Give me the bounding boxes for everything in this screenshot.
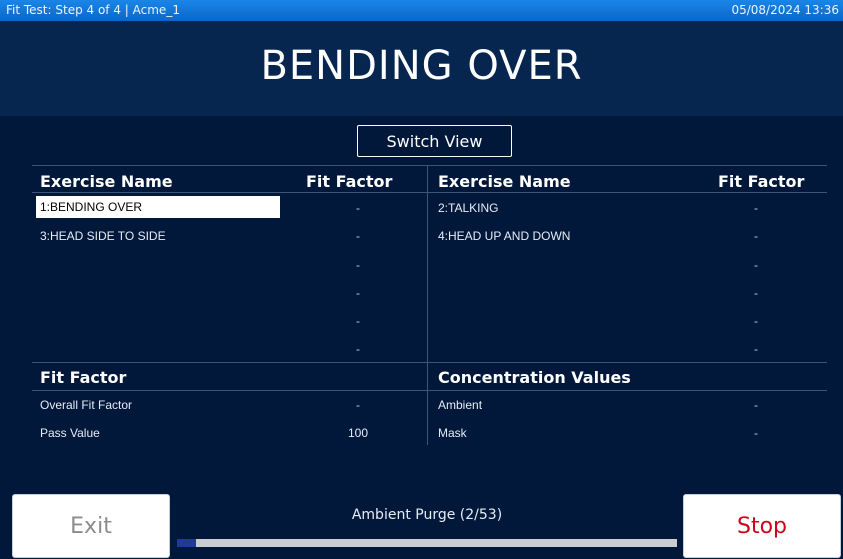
header-panel: BENDING OVER [0, 21, 843, 116]
exercise-cell[interactable]: 2:TALKING [438, 201, 498, 215]
fit-factor-cell: - [356, 286, 360, 300]
stop-button[interactable]: Stop [683, 494, 841, 558]
mask-value: - [754, 426, 758, 440]
fit-factor-cell: - [754, 286, 758, 300]
exercise-cell[interactable]: 4:HEAD UP AND DOWN [438, 229, 570, 243]
fit-factor-cell: - [754, 258, 758, 272]
summary-top-divider [32, 362, 827, 363]
exercise-title: BENDING OVER [260, 43, 583, 89]
overall-fit-factor-value: - [356, 398, 360, 412]
summary-header-divider [32, 390, 827, 391]
fit-factor-cell: - [754, 314, 758, 328]
title-bar: Fit Test: Step 4 of 4 | Acme_1 05/08/202… [0, 0, 843, 21]
exercise-cell-selected[interactable]: 1:BENDING OVER [36, 196, 280, 218]
fit-factor-header-left: Fit Factor [306, 172, 393, 191]
concentration-heading: Concentration Values [438, 368, 631, 387]
pass-value: 100 [348, 426, 369, 440]
exercise-name-header-left: Exercise Name [40, 172, 173, 191]
fit-factor-cell: - [754, 342, 758, 356]
mask-label: Mask [438, 426, 467, 440]
test-step-label: Fit Test: Step 4 of 4 | Acme_1 [6, 3, 180, 17]
pass-value-label: Pass Value [40, 426, 100, 440]
fit-factor-cell: - [356, 258, 360, 272]
overall-fit-factor-label: Overall Fit Factor [40, 398, 133, 412]
table-header-divider [32, 192, 827, 193]
fit-factor-cell: - [754, 229, 758, 243]
fit-factor-cell: - [356, 314, 360, 328]
fit-factor-cell: - [356, 201, 360, 215]
ambient-label: Ambient [438, 398, 483, 412]
table-top-divider [32, 165, 827, 166]
fit-factor-heading: Fit Factor [40, 368, 127, 387]
ambient-value: - [754, 398, 758, 412]
progress-fill [177, 539, 196, 547]
exit-button[interactable]: Exit [12, 494, 170, 558]
fit-factor-cell: - [356, 342, 360, 356]
fit-factor-cell: - [754, 201, 758, 215]
fit-factor-cell: - [356, 229, 360, 243]
progress-label: Ambient Purge (2/53) [351, 507, 503, 523]
exercise-cell[interactable]: 3:HEAD SIDE TO SIDE [40, 229, 166, 243]
table-center-divider [427, 165, 428, 445]
exercise-name-header-right: Exercise Name [438, 172, 571, 191]
switch-view-button[interactable]: Switch View [357, 125, 512, 157]
date-time: 05/08/2024 13:36 [731, 3, 839, 17]
fit-factor-header-right: Fit Factor [718, 172, 805, 191]
progress-bar [177, 539, 677, 547]
